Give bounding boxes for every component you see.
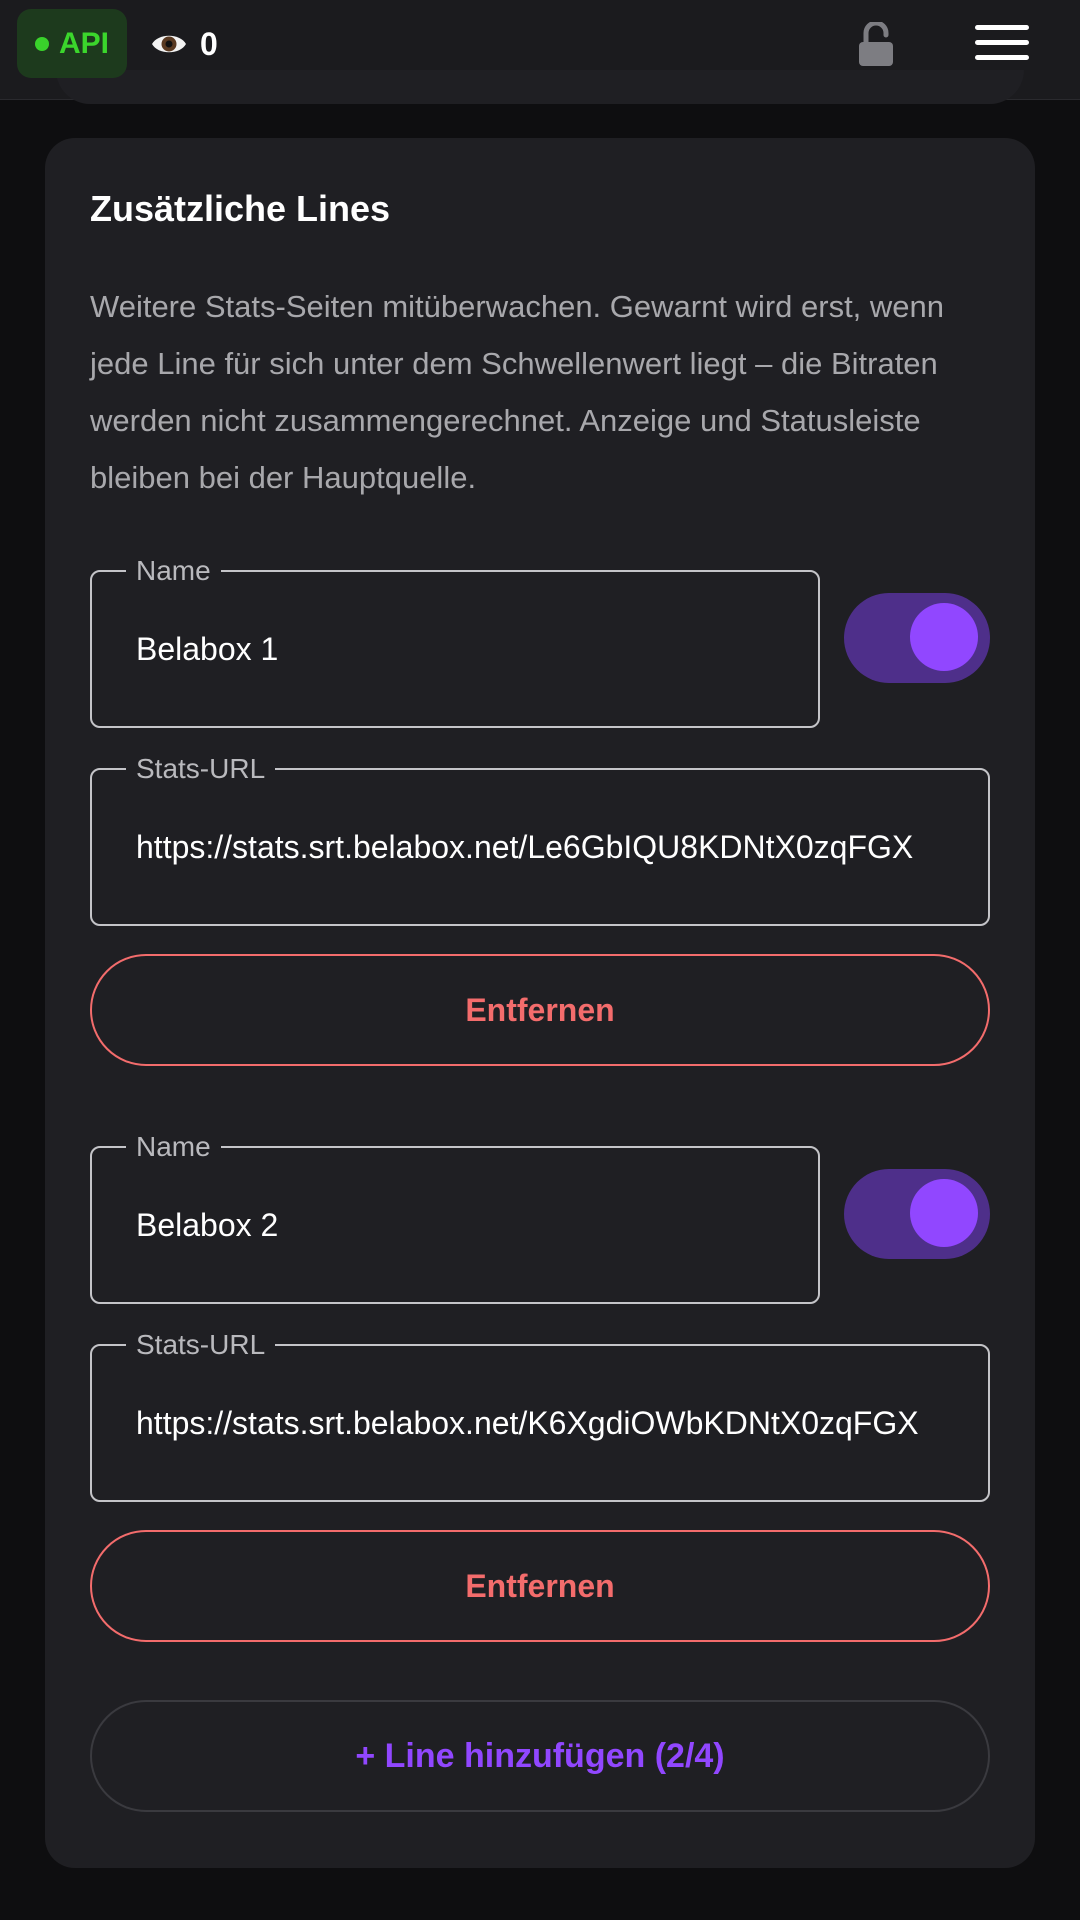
additional-lines-card: Zusätzliche Lines Weitere Stats-Seiten m… — [45, 138, 1035, 1868]
line-2-name-field[interactable]: Name Belabox 2 — [90, 1131, 820, 1304]
section-title: Zusätzliche Lines — [90, 188, 391, 229]
api-status-dot — [34, 36, 49, 51]
add-line-button[interactable]: + Line hinzufügen (2/4) — [90, 1700, 990, 1812]
viewer-count: 0 — [200, 25, 218, 62]
viewer-counter: 0 — [150, 20, 218, 68]
line-1-name-input[interactable]: Belabox 1 — [136, 572, 774, 726]
line-1-name-field[interactable]: Name Belabox 1 — [90, 555, 820, 728]
line-1-enabled-toggle[interactable] — [844, 593, 990, 683]
line-1-toggle-knob — [910, 603, 978, 671]
previous-card-edge — [56, 70, 1024, 104]
section-description: Weitere Stats-Seiten mitüberwachen. Gewa… — [90, 289, 945, 495]
line-2-url-field[interactable]: Stats-URL https://stats.srt.belabox.net/… — [90, 1329, 990, 1502]
line-1-url-input[interactable]: https://stats.srt.belabox.net/Le6GbIQU8K… — [136, 770, 944, 924]
line-2-name-input[interactable]: Belabox 2 — [136, 1148, 774, 1302]
eye-icon — [152, 35, 186, 53]
api-status-label: API — [58, 26, 109, 60]
hamburger-menu-icon[interactable] — [975, 25, 1029, 61]
api-status-badge[interactable]: API — [17, 9, 127, 78]
line-1-name-value: Belabox 1 — [136, 630, 279, 667]
line-1-remove-button[interactable]: Entfernen — [90, 954, 990, 1066]
line-1-url-value: https://stats.srt.belabox.net/Le6GbIQU8K… — [136, 828, 914, 865]
line-2-remove-button[interactable]: Entfernen — [90, 1530, 990, 1642]
line-2-toggle-knob — [910, 1179, 978, 1247]
unlocked-lock-icon[interactable] — [856, 22, 896, 68]
line-1-url-field[interactable]: Stats-URL https://stats.srt.belabox.net/… — [90, 753, 990, 926]
line-2-url-input[interactable]: https://stats.srt.belabox.net/K6XgdiOWbK… — [136, 1346, 944, 1500]
line-2-enabled-toggle[interactable] — [844, 1169, 990, 1259]
line-2-name-value: Belabox 2 — [136, 1206, 279, 1243]
line-2-url-value: https://stats.srt.belabox.net/K6XgdiOWbK… — [136, 1404, 919, 1441]
top-bar: API 0 — [0, 0, 1080, 104]
